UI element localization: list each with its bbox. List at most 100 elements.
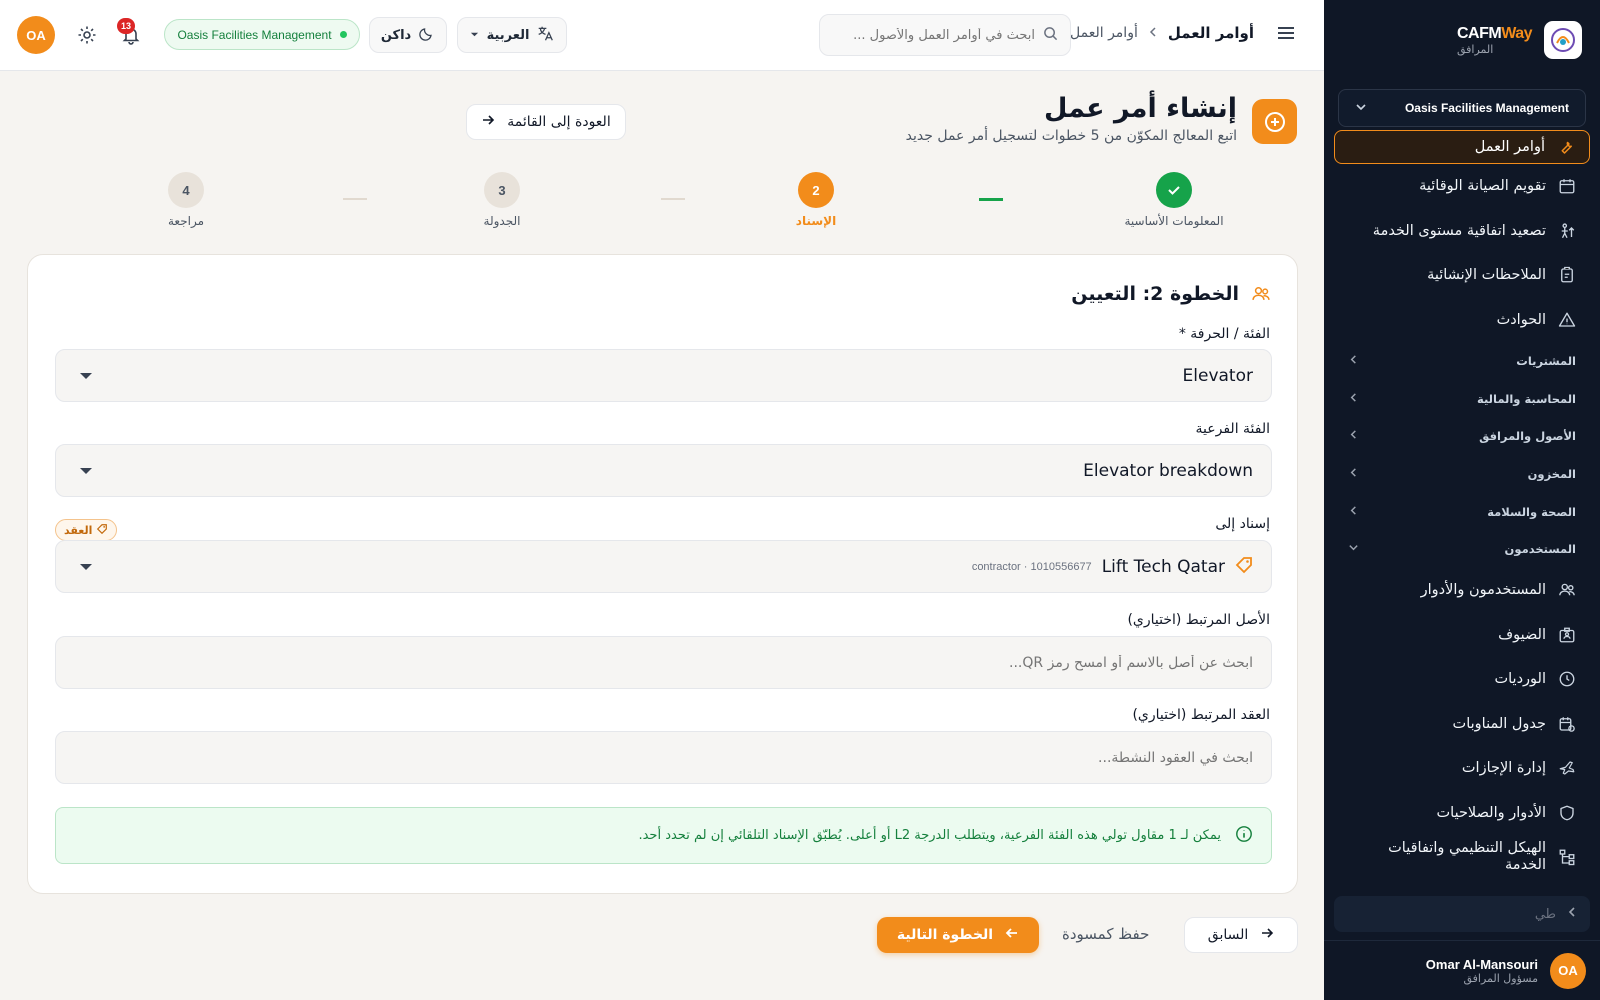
- sidebar-group-1[interactable]: المحاسبة والمالية: [1324, 380, 1600, 418]
- status-dot: [339, 31, 347, 38]
- breadcrumb-current: أوامر العمل: [1167, 24, 1254, 42]
- sidebar-group-5[interactable]: المستخدمون: [1324, 530, 1600, 568]
- step-number: 3: [484, 172, 520, 208]
- sidebar-item-top-0[interactable]: تقويم الصيانة الوقائية: [1324, 164, 1600, 209]
- avatar[interactable]: OA: [17, 16, 55, 54]
- sidebar-item-users-6[interactable]: الهيكل التنظيمي واتفاقيات الخدمة: [1324, 835, 1600, 880]
- chevron-left-icon: [1348, 467, 1359, 481]
- info-alert: يمكن لـ 1 مقاول تولي هذه الفئة الفرعية، …: [55, 807, 1272, 864]
- sidebar-item-users-4[interactable]: إدارة الإجازات: [1324, 746, 1600, 791]
- sidebar-item-label: الملاحظات الإنشائية: [1427, 267, 1546, 284]
- sidebar-group-2[interactable]: الأصول والمرافق: [1324, 417, 1600, 455]
- assignee-name: Lift Tech Qatar: [1101, 556, 1225, 577]
- arrow-left-icon: [1005, 926, 1019, 944]
- menu-icon[interactable]: [1274, 22, 1298, 46]
- next-step-button[interactable]: الخطوة التالية: [877, 917, 1039, 953]
- gear-icon[interactable]: [74, 22, 100, 48]
- sidebar-item-top-3[interactable]: الحوادث: [1324, 298, 1600, 343]
- org-switcher-label: Oasis Facilities Management: [1404, 101, 1569, 115]
- step-assignment[interactable]: 2 الإسناد: [736, 172, 896, 228]
- org-switcher[interactable]: Oasis Facilities Management: [1338, 89, 1586, 127]
- step-basic-info[interactable]: المعلومات الأساسية: [1094, 172, 1254, 228]
- sidebar-group-label: المخزون: [1527, 466, 1576, 481]
- sidebar-item-label: الأدوار والصلاحيات: [1436, 804, 1546, 821]
- user-name: Omar Al-Mansouri: [1425, 956, 1538, 972]
- caret-down-icon: [80, 467, 92, 474]
- chevron-down-icon: [1348, 542, 1359, 556]
- subcategory-select[interactable]: Elevator breakdown: [55, 444, 1272, 497]
- sidebar-item-label: تقويم الصيانة الوقائية: [1419, 178, 1546, 195]
- step-heading: الخطوة 2: التعيين: [1071, 283, 1239, 305]
- language-selector[interactable]: العربية: [457, 17, 567, 53]
- brand-name: CAFMWay: [1456, 24, 1533, 42]
- search-bar[interactable]: [819, 14, 1071, 56]
- user-profile[interactable]: OA Omar Al-Mansouri مسؤول المرافق: [1324, 940, 1600, 1000]
- sidebar-item-label: الحوادث: [1496, 311, 1546, 328]
- clock-icon: [1558, 670, 1576, 688]
- sidebar-group-label: المشتريات: [1516, 353, 1576, 368]
- step-connector: [343, 198, 367, 200]
- plane-icon: [1558, 759, 1576, 777]
- sidebar-item-label: إدارة الإجازات: [1461, 760, 1546, 777]
- contract-search-input[interactable]: [74, 749, 1253, 766]
- sidebar-item-top-1[interactable]: تصعيد اتفاقية مستوى الخدمة: [1324, 209, 1600, 254]
- category-select[interactable]: Elevator: [55, 349, 1272, 402]
- chevron-left-icon: [1348, 429, 1359, 443]
- collapse-sidebar-button[interactable]: طي: [1334, 896, 1590, 932]
- caret-down-icon: [470, 28, 479, 43]
- previous-button[interactable]: السابق: [1184, 917, 1298, 953]
- chevron-left-icon: [1348, 354, 1359, 368]
- sidebar-item-label: الهيكل التنظيمي واتفاقيات الخدمة: [1388, 840, 1546, 874]
- notification-badge: 13: [117, 18, 135, 34]
- chevron-left-icon: [1148, 26, 1158, 41]
- sidebar-item-label: تصعيد اتفاقية مستوى الخدمة: [1372, 222, 1546, 239]
- info-icon: [1235, 825, 1253, 847]
- sidebar: CAFMWay المرافق Oasis Facilities Managem…: [1324, 0, 1600, 1000]
- assignment-form-card: الخطوة 2: التعيين الفئة / الحرفة * Eleva…: [27, 254, 1298, 894]
- chevron-left-icon: [1348, 392, 1359, 406]
- sidebar-group-3[interactable]: المخزون: [1324, 455, 1600, 493]
- moon-icon: [419, 25, 435, 45]
- step-scheduling[interactable]: 3 الجدولة: [422, 172, 582, 228]
- user-role: مسؤول المرافق: [1463, 971, 1538, 985]
- sidebar-item-users-3[interactable]: جدول المناوبات: [1324, 702, 1600, 747]
- main-content: إنشاء أمر عمل اتبع المعالج المكوّن من 5 …: [0, 71, 1324, 1000]
- sidebar-item-label: الضيوف: [1498, 626, 1546, 643]
- step-connector: [979, 198, 1003, 201]
- sidebar-group-0[interactable]: المشتريات: [1324, 342, 1600, 380]
- sidebar-item-users-1[interactable]: الضيوف: [1324, 613, 1600, 658]
- theme-toggle[interactable]: داكن: [369, 17, 447, 53]
- subcategory-label: الفئة الفرعية: [1195, 421, 1270, 437]
- contract-badge-label: العقد: [64, 523, 93, 537]
- org-chart-icon: [1558, 848, 1576, 866]
- asset-field[interactable]: [55, 636, 1272, 689]
- users-icon: [1251, 284, 1271, 304]
- chevron-left-icon: [1348, 505, 1359, 519]
- sidebar-item-users-0[interactable]: المستخدمون والأدوار: [1324, 568, 1600, 613]
- search-input[interactable]: [832, 27, 1035, 43]
- save-draft-button[interactable]: حفظ كمسودة: [1062, 925, 1149, 943]
- sidebar-item-work-orders[interactable]: أوامر العمل: [1334, 130, 1590, 164]
- asset-search-input[interactable]: [74, 654, 1253, 671]
- back-to-list-button[interactable]: العودة إلى القائمة: [466, 104, 626, 140]
- assign-to-select[interactable]: Lift Tech Qatar contractor · 1010556677: [55, 540, 1272, 593]
- translate-icon: [537, 25, 554, 46]
- contract-field[interactable]: [55, 731, 1272, 784]
- users-icon: [1558, 581, 1576, 599]
- sidebar-item-users-2[interactable]: الورديات: [1324, 657, 1600, 702]
- wrench-icon: [1557, 138, 1575, 156]
- breadcrumb-parent[interactable]: أوامر العمل: [1070, 25, 1138, 41]
- topbar: أوامر العمل أوامر العمل العربية داكن Oas…: [0, 0, 1324, 71]
- caret-down-icon: [80, 372, 92, 379]
- sidebar-item-label: الورديات: [1494, 671, 1546, 688]
- info-text: يمكن لـ 1 مقاول تولي هذه الفئة الفرعية، …: [638, 828, 1221, 843]
- sidebar-group-4[interactable]: الصحة والسلامة: [1324, 493, 1600, 531]
- sidebar-item-top-2[interactable]: الملاحظات الإنشائية: [1324, 253, 1600, 298]
- contractor-tag-icon: [1235, 556, 1253, 578]
- arrow-right-icon: [1260, 926, 1274, 944]
- clipboard-icon: [1558, 266, 1576, 284]
- sidebar-item-users-5[interactable]: الأدوار والصلاحيات: [1324, 791, 1600, 836]
- collapse-label: طي: [1534, 906, 1556, 922]
- brand[interactable]: CAFMWay المرافق: [1324, 0, 1600, 80]
- step-review[interactable]: 4 مراجعة: [106, 172, 266, 228]
